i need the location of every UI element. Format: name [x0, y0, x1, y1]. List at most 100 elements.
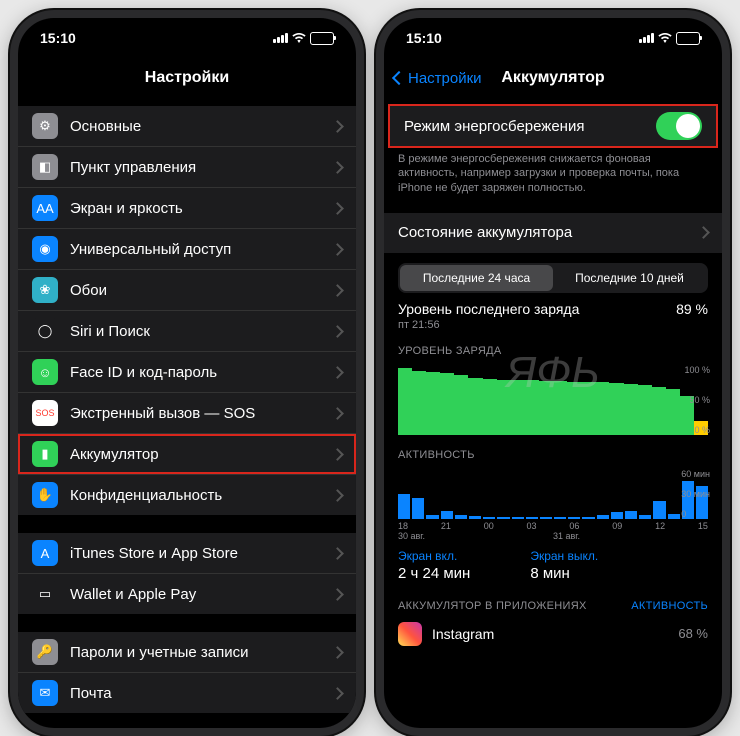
chevron-right-icon [331, 547, 344, 560]
chart-x-axis: 1821000306091215 [384, 519, 722, 531]
page-title: Настройки [145, 69, 229, 87]
row-label: Аккумулятор [70, 446, 159, 463]
apps-header: АККУМУЛЯТОР В ПРИЛОЖЕНИЯХ АКТИВНОСТЬ [384, 586, 722, 616]
row-icon: AA [32, 195, 58, 221]
battery-content[interactable]: Режим энергосбережения В режиме энергосб… [384, 98, 722, 728]
notch [478, 18, 628, 40]
settings-row[interactable]: AiTunes Store и App Store [18, 533, 356, 574]
settings-row[interactable]: ▭ Wallet и Apple Pay [18, 574, 356, 614]
activity-chart: 60 мин30 мин0 [398, 469, 708, 519]
row-icon: ☺ [32, 359, 58, 385]
settings-row[interactable]: ❀Обои [18, 270, 356, 311]
signal-icon [639, 33, 654, 43]
settings-row[interactable]: ◧ Пункт управления [18, 147, 356, 188]
battery-health-row[interactable]: Состояние аккумулятора [384, 213, 722, 253]
screen-right: 15:10 Настройки Аккумулятор Режим энерго… [384, 18, 722, 728]
row-icon: ◯ [32, 318, 58, 344]
battery-level-chart: 100 %50 %0 % [398, 365, 708, 435]
settings-row[interactable]: ☺ Face ID и код-пароль [18, 352, 356, 393]
level-header: УРОВЕНЬ ЗАРЯДА [384, 331, 722, 361]
row-icon: 🔑 [32, 639, 58, 665]
notch [112, 18, 262, 40]
chevron-right-icon [331, 448, 344, 461]
level-y-ticks: 100 %50 %0 % [684, 365, 710, 435]
status-time: 15:10 [40, 30, 76, 46]
chevron-right-icon [331, 489, 344, 502]
app-usage-row[interactable]: Instagram 68 % [384, 616, 722, 652]
settings-row[interactable]: AA Экран и яркость [18, 188, 356, 229]
signal-icon [273, 33, 288, 43]
screen-on-label: Экран вкл. [398, 549, 470, 563]
status-icons [273, 32, 334, 45]
row-label: Экран и яркость [70, 200, 183, 217]
chevron-right-icon [331, 366, 344, 379]
nav-bar: Настройки [18, 58, 356, 98]
settings-row[interactable]: ✋ Конфиденциальность [18, 475, 356, 515]
battery-icon [676, 32, 700, 45]
status-time: 15:10 [406, 30, 442, 46]
row-icon: ✉ [32, 680, 58, 706]
app-pct: 68 % [678, 626, 708, 641]
chevron-right-icon [331, 646, 344, 659]
wifi-icon [658, 33, 672, 43]
chevron-right-icon [331, 284, 344, 297]
row-label: Универсальный доступ [70, 241, 231, 258]
screen-on-value: 2 ч 24 мин [398, 565, 470, 582]
chevron-right-icon [331, 120, 344, 133]
low-power-mode-label: Режим энергосбережения [404, 118, 584, 135]
back-label: Настройки [408, 70, 482, 87]
row-label: Siri и Поиск [70, 323, 150, 340]
row-label: Обои [70, 282, 107, 299]
chevron-right-icon [331, 161, 344, 174]
settings-row[interactable]: ✉ Почта [18, 673, 356, 713]
segment-24h[interactable]: Последние 24 часа [400, 265, 553, 291]
app-name: Instagram [432, 626, 494, 642]
apps-toggle-button[interactable]: АКТИВНОСТЬ [631, 600, 708, 612]
last-charge-pct: 89 % [676, 301, 708, 317]
settings-row[interactable]: 🔑Пароли и учетные записи [18, 632, 356, 673]
last-charge-time: пт 21:56 [384, 319, 722, 331]
chevron-right-icon [697, 227, 710, 240]
row-icon: ▮ [32, 441, 58, 467]
chevron-left-icon [392, 71, 406, 85]
phone-right: ЯФЬ 15:10 Настройки Аккумулятор Режим эн… [376, 10, 730, 736]
low-power-toggle[interactable] [656, 112, 702, 140]
screen-left: 15:10 Настройки ⚙ Основные ◧ Пункт управлен… [18, 18, 356, 728]
row-label: Пункт управления [70, 159, 196, 176]
last-charge-row: Уровень последнего заряда 89 % [384, 293, 722, 319]
chevron-right-icon [331, 588, 344, 601]
chevron-right-icon [331, 243, 344, 256]
row-icon: ◧ [32, 154, 58, 180]
row-label: Почта [70, 685, 112, 702]
phone-left: 15:10 Настройки ⚙ Основные ◧ Пункт управлен… [10, 10, 364, 736]
row-label: Конфиденциальность [70, 487, 222, 504]
segment-10d[interactable]: Последние 10 дней [553, 265, 706, 291]
chevron-right-icon [331, 407, 344, 420]
settings-list[interactable]: ⚙ Основные ◧ Пункт управления AA Экран и ярко… [18, 98, 356, 728]
activity-y-ticks: 60 мин30 мин0 [681, 469, 710, 519]
settings-row[interactable]: ◯ Siri и Поиск [18, 311, 356, 352]
page-title: Аккумулятор [501, 69, 604, 87]
settings-row[interactable]: ⚙ Основные [18, 106, 356, 147]
screen-time-summary: Экран вкл. 2 ч 24 мин Экран выкл. 8 мин [384, 541, 722, 586]
row-icon: ▭ [32, 581, 58, 607]
screen-off-label: Экран выкл. [530, 549, 598, 563]
status-icons [639, 32, 700, 45]
nav-bar: Настройки Аккумулятор [384, 58, 722, 98]
low-power-mode-row[interactable]: Режим энергосбережения [390, 106, 716, 146]
wifi-icon [292, 33, 306, 43]
settings-row[interactable]: SOSЭкстренный вызов — SOS [18, 393, 356, 434]
row-icon: ⚙ [32, 113, 58, 139]
row-label: Face ID и код-пароль [70, 364, 217, 381]
row-icon: ◉ [32, 236, 58, 262]
back-button[interactable]: Настройки [394, 70, 482, 87]
settings-row[interactable]: ◉ Универсальный доступ [18, 229, 356, 270]
last-charge-label: Уровень последнего заряда [398, 301, 579, 317]
row-icon: A [32, 540, 58, 566]
row-label: Основные [70, 118, 141, 135]
time-range-segment[interactable]: Последние 24 часа Последние 10 дней [398, 263, 708, 293]
row-icon: ✋ [32, 482, 58, 508]
settings-row[interactable]: ▮ Аккумулятор [18, 434, 356, 475]
chart-x-axis-dates: 30 авг.31 авг. [384, 531, 722, 541]
row-label: Wallet и Apple Pay [70, 586, 196, 603]
